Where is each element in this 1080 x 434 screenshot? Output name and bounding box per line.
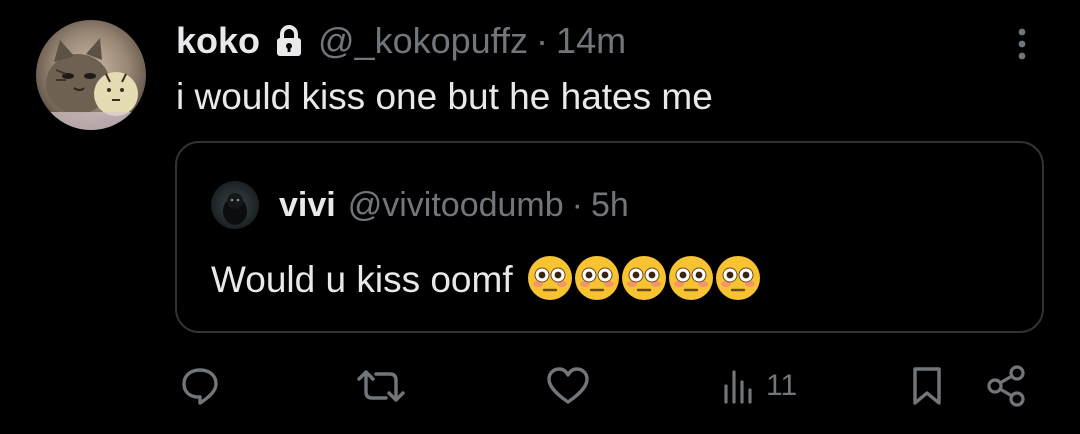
more-vertical-icon[interactable] — [1010, 24, 1034, 64]
tweet[interactable]: koko @_kokopuffz · 14m i would kiss one … — [0, 0, 1080, 434]
quote-text: Would u kiss oomf — [211, 259, 513, 300]
tweet-text: i would kiss one but he hates me — [176, 76, 713, 117]
timestamp[interactable]: 14m — [556, 20, 626, 62]
quote-handle[interactable]: @vivitoodumb — [348, 186, 564, 225]
quote-avatar[interactable] — [211, 181, 259, 229]
display-name[interactable]: koko — [176, 20, 260, 62]
flushed-face-emoji — [621, 255, 667, 301]
quote-header: vivi @vivitoodumb · 5h — [279, 183, 629, 227]
cat-avatar-icon — [36, 38, 146, 130]
repost-button[interactable] — [356, 364, 406, 408]
like-button[interactable] — [545, 364, 591, 408]
views-icon — [722, 364, 758, 408]
quote-tweet-card[interactable]: vivi @vivitoodumb · 5h Would u kiss oomf — [175, 141, 1044, 333]
emoji-row — [527, 255, 762, 306]
dark-avatar-icon — [223, 193, 247, 225]
repost-icon — [356, 364, 406, 408]
reply-button[interactable] — [178, 364, 222, 408]
flushed-face-emoji — [527, 255, 573, 301]
bookmark-icon — [910, 364, 944, 408]
quote-separator-dot: · — [571, 185, 583, 224]
reply-icon — [178, 364, 222, 408]
separator-dot: · — [536, 20, 549, 61]
flushed-face-emoji — [574, 255, 620, 301]
lock-icon — [274, 24, 304, 58]
flushed-face-emoji — [715, 255, 761, 301]
handle[interactable]: @_kokopuffz — [318, 20, 528, 62]
flushed-face-emoji — [668, 255, 714, 301]
tweet-header: koko @_kokopuffz · 14m — [176, 18, 626, 64]
bookmark-button[interactable] — [910, 364, 944, 408]
action-bar: 11 — [0, 358, 1080, 414]
quote-display-name[interactable]: vivi — [279, 186, 336, 225]
share-button[interactable] — [985, 364, 1027, 408]
views-count: 11 — [766, 369, 798, 402]
share-icon — [985, 364, 1027, 408]
heart-icon — [545, 364, 591, 408]
quote-timestamp[interactable]: 5h — [591, 186, 629, 225]
quote-text-row: Would u kiss oomf — [211, 255, 762, 305]
views-button[interactable]: 11 — [722, 364, 797, 408]
avatar[interactable] — [36, 20, 146, 130]
